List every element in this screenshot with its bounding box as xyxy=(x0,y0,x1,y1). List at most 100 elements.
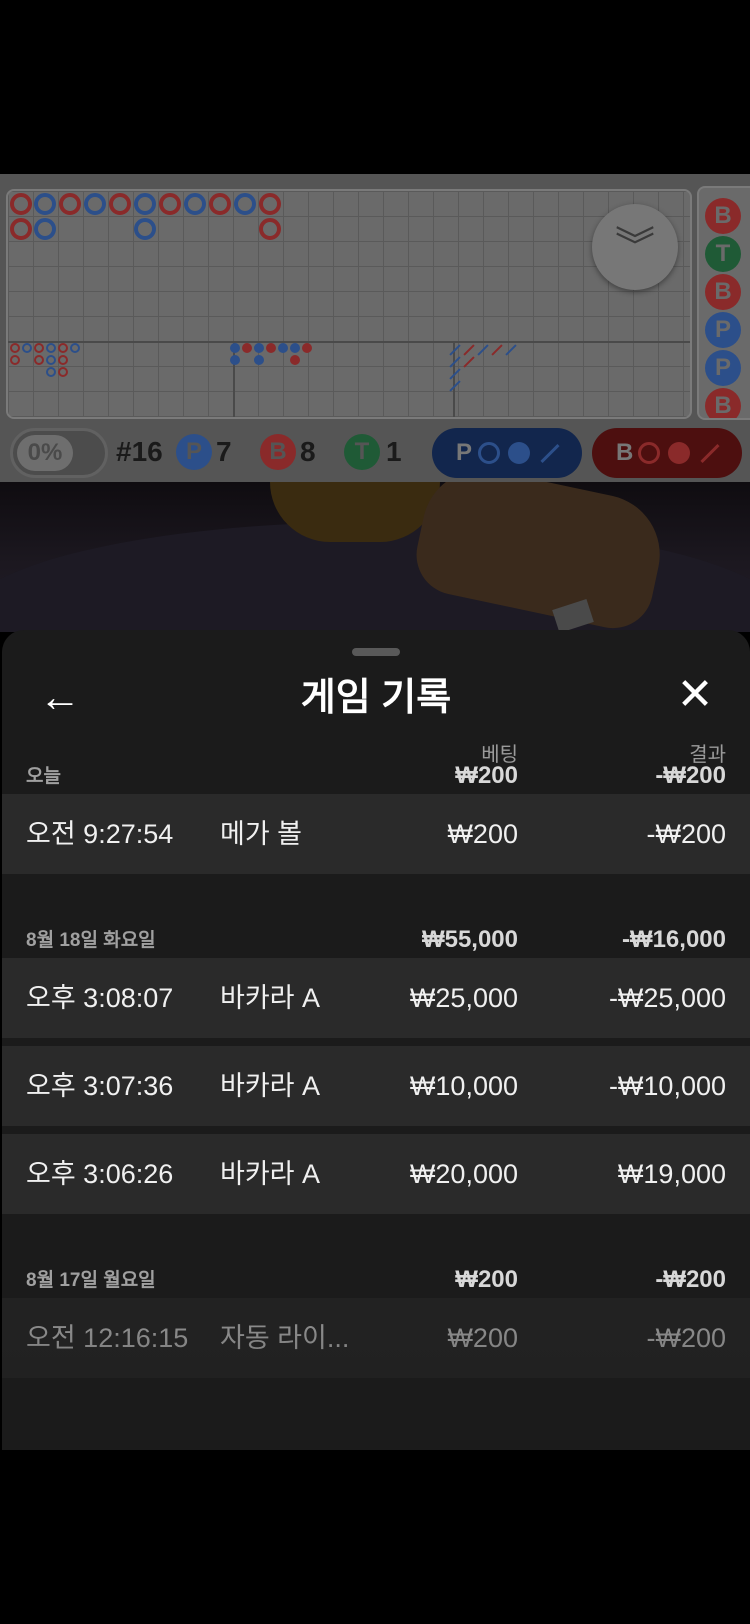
percent-value: 0% xyxy=(17,435,73,471)
bead-eye-road-mark xyxy=(34,355,44,365)
row-result: -₩200 xyxy=(646,1323,726,1353)
cockroach-road-mark xyxy=(449,380,461,392)
bead-plate-item: P xyxy=(705,350,741,386)
row-time: 오후 3:07:36 xyxy=(26,1071,174,1101)
stats-bar: 0% #16 P 7 B 8 T 1 P B xyxy=(0,422,750,482)
row-game: 바카라 A xyxy=(220,983,321,1013)
row-bet: ₩200 xyxy=(447,819,518,849)
small-road-mark xyxy=(230,355,240,365)
row-time: 오후 3:08:07 xyxy=(26,983,174,1013)
history-row[interactable]: 오전 9:27:54 메가 볼 ₩200 -₩200 xyxy=(2,794,750,874)
bead-eye-road-mark xyxy=(22,343,32,353)
bead-eye-road-mark xyxy=(34,343,44,353)
big-road-bead xyxy=(10,193,32,215)
banker-ask-button[interactable]: B xyxy=(592,428,742,478)
player-ask-button[interactable]: P xyxy=(432,428,582,478)
bead-eye-road-mark xyxy=(46,355,56,365)
small-road-mark xyxy=(290,355,300,365)
chevron-double-down-icon[interactable]: ︾ xyxy=(592,204,678,290)
tie-icon: T xyxy=(344,434,380,470)
percent-toggle[interactable]: 0% xyxy=(10,428,108,478)
bet-total: ₩55,000 xyxy=(421,926,518,953)
small-road-mark xyxy=(278,343,288,353)
banker-icon: B xyxy=(260,434,296,470)
live-video xyxy=(0,482,750,632)
big-road-bead xyxy=(34,218,56,240)
bead-eye-road-mark xyxy=(58,343,68,353)
big-road-bead xyxy=(159,193,181,215)
row-bet: ₩200 xyxy=(447,1323,518,1353)
date-label: 8월 18일 화요일 xyxy=(26,930,156,951)
player-icon: P xyxy=(176,434,212,470)
result-total: -₩16,000 xyxy=(621,926,726,953)
row-time: 오전 12:16:15 xyxy=(26,1323,189,1353)
road-scoreboard: ︾ B T B P P B 0% #16 P 7 B 8 T 1 P B xyxy=(0,174,750,482)
big-road-bead xyxy=(134,193,156,215)
small-road-mark xyxy=(242,343,252,353)
row-bet: ₩10,000 xyxy=(409,1071,518,1101)
row-bet: ₩25,000 xyxy=(409,983,518,1013)
cockroach-road-mark xyxy=(449,368,461,380)
cockroach-road-mark xyxy=(449,356,461,368)
bead-plate: B T B P P B xyxy=(697,186,750,420)
small-road-mark xyxy=(254,343,264,353)
game-history-sheet: ← 게임 기록 ✕ 베팅 결과 오늘 ₩200 -₩200 오전 9:27:54… xyxy=(2,630,750,1450)
road-divider xyxy=(8,341,690,343)
row-game: 자동 라이... xyxy=(220,1323,350,1353)
cockroach-road-mark xyxy=(477,344,489,356)
date-group-header: 8월 17일 월요일 ₩200 -₩200 xyxy=(2,1256,750,1296)
history-row[interactable]: 오후 3:07:36 바카라 A ₩10,000 -₩10,000 xyxy=(2,1046,750,1126)
big-road-bead xyxy=(10,218,32,240)
cockroach-road-mark xyxy=(463,356,475,368)
tie-count: 1 xyxy=(386,436,402,467)
bead-plate-item: B xyxy=(705,274,741,310)
bead-eye-road-mark xyxy=(10,355,20,365)
result-total: -₩200 xyxy=(655,1266,726,1293)
history-row[interactable]: 오후 3:08:07 바카라 A ₩25,000 -₩25,000 xyxy=(2,958,750,1038)
bead-eye-road-mark xyxy=(58,367,68,377)
small-road-mark xyxy=(290,343,300,353)
big-road-bead xyxy=(209,193,231,215)
row-time: 오전 9:27:54 xyxy=(26,819,174,849)
banker-count: 8 xyxy=(300,436,316,467)
date-label: 오늘 xyxy=(26,766,61,787)
cockroach-road-mark xyxy=(491,344,503,356)
bead-plate-item: B xyxy=(705,198,741,234)
slash-icon xyxy=(700,443,720,464)
row-bet: ₩20,000 xyxy=(409,1159,518,1189)
player-ask-label: P xyxy=(456,439,473,466)
big-road-bead xyxy=(84,193,106,215)
bead-eye-road-mark xyxy=(70,343,80,353)
dot-icon xyxy=(508,442,530,464)
history-row[interactable]: 오전 12:16:15 자동 라이... ₩200 -₩200 xyxy=(2,1298,750,1378)
row-result: -₩25,000 xyxy=(608,983,726,1013)
ring-icon xyxy=(638,442,660,464)
row-result: -₩200 xyxy=(646,819,726,849)
drag-handle[interactable] xyxy=(352,648,400,656)
row-result: ₩19,000 xyxy=(617,1159,726,1189)
row-game: 바카라 A xyxy=(220,1159,321,1189)
close-icon[interactable]: ✕ xyxy=(672,672,718,718)
history-row[interactable]: 오후 3:06:26 바카라 A ₩20,000 ₩19,000 xyxy=(2,1134,750,1214)
date-label: 8월 17일 월요일 xyxy=(26,1270,156,1291)
small-road-mark xyxy=(266,343,276,353)
date-group-header: 8월 18일 화요일 ₩55,000 -₩16,000 xyxy=(2,916,750,956)
dot-icon xyxy=(668,442,690,464)
road-grid xyxy=(6,189,692,419)
bead-plate-item: P xyxy=(705,312,741,348)
big-road-bead xyxy=(34,193,56,215)
result-total: -₩200 xyxy=(655,762,726,789)
bead-plate-item: B xyxy=(705,388,741,418)
row-result: -₩10,000 xyxy=(608,1071,726,1101)
bead-eye-road-mark xyxy=(46,367,56,377)
row-game: 메가 볼 xyxy=(220,819,303,849)
small-road-mark xyxy=(230,343,240,353)
round-number: #16 xyxy=(116,436,163,467)
big-road-bead xyxy=(184,193,206,215)
bead-eye-road-mark xyxy=(46,343,56,353)
cockroach-road-mark xyxy=(505,344,517,356)
bet-total: ₩200 xyxy=(455,1266,518,1293)
slash-icon xyxy=(540,443,560,464)
screen: ︾ B T B P P B 0% #16 P 7 B 8 T 1 P B ← 게… xyxy=(0,0,750,1624)
banker-ask-label: B xyxy=(616,439,634,466)
